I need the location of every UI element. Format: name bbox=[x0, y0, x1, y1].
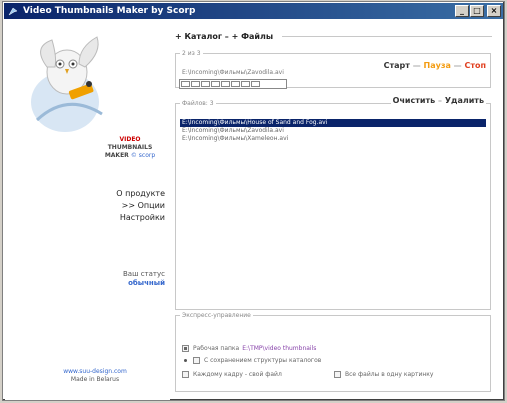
keep-structure-checkbox[interactable] bbox=[193, 357, 200, 364]
brand-line1: VIDEO bbox=[119, 136, 141, 143]
brand-logo: VIDEO THUMBNAILS MAKER © scorp bbox=[90, 136, 170, 160]
user-status: Ваш статус обычный bbox=[105, 270, 165, 288]
progress-group: 2 из 3 E:\Incoming\Фильмы\Zavodila.avi С… bbox=[175, 50, 491, 89]
tabs-divider bbox=[282, 36, 492, 37]
progress-segment bbox=[231, 81, 240, 87]
progress-legend: 2 из 3 bbox=[182, 50, 201, 57]
current-file-path: E:\Incoming\Фильмы\Zavodila.avi bbox=[182, 69, 284, 76]
files-group: Файлов: 3 Очистить – Удалить E:\Incoming… bbox=[175, 96, 491, 310]
list-item[interactable]: E:\Incoming\Фильмы\Xamelеон.avi bbox=[180, 135, 486, 143]
pause-button[interactable]: Пауза bbox=[424, 61, 451, 70]
title-bar[interactable]: Video Thumbnails Maker by Scorp _ □ × bbox=[4, 3, 503, 19]
keep-structure-option[interactable]: С сохранением структуры каталогов bbox=[184, 357, 321, 364]
tab-catalog[interactable]: + Каталог bbox=[175, 32, 222, 41]
each-frame-label: Каждому кадру - свой файл bbox=[193, 371, 282, 378]
express-group: Экспресс-управление Рабочая папка E:\TMP… bbox=[175, 312, 491, 392]
menu-item-options[interactable]: >> Опции bbox=[65, 200, 165, 212]
clear-button[interactable]: Очистить bbox=[393, 96, 436, 105]
work-folder-checkbox[interactable] bbox=[182, 345, 189, 352]
progress-segment bbox=[211, 81, 220, 87]
stop-button[interactable]: Стоп bbox=[464, 61, 486, 70]
all-files-label: Все файлы в одну картинку bbox=[345, 371, 434, 378]
progress-segment bbox=[221, 81, 230, 87]
playback-controls: Старт — Пауза — Стоп bbox=[384, 61, 486, 70]
sidebar: VIDEO THUMBNAILS MAKER © scorp О продукт… bbox=[5, 20, 170, 400]
window-controls: _ □ × bbox=[455, 5, 501, 17]
bullet-icon bbox=[184, 359, 187, 362]
ctrl-separator: — bbox=[453, 61, 465, 70]
owl-logo-icon bbox=[31, 36, 103, 132]
all-files-option[interactable]: Все файлы в одну картинку bbox=[334, 371, 433, 378]
maximize-button[interactable]: □ bbox=[470, 5, 484, 17]
menu-item-about[interactable]: О продукте bbox=[65, 188, 165, 200]
app-window: Video Thumbnails Maker by Scorp _ □ × VI… bbox=[2, 1, 505, 401]
progress-segment bbox=[201, 81, 210, 87]
menu-item-settings[interactable]: Настройки bbox=[65, 212, 165, 224]
made-in-text: Made in Belarus bbox=[70, 376, 120, 383]
delete-button[interactable]: Удалить bbox=[445, 96, 484, 105]
sidebar-footer: www.suu-design.com Made in Belarus bbox=[35, 368, 155, 384]
tab-separator: – bbox=[224, 32, 229, 41]
brand-by: © scorp bbox=[130, 152, 156, 159]
file-list[interactable]: E:\Incoming\Фильмы\House of Sand and Fog… bbox=[180, 119, 486, 143]
progress-segment bbox=[181, 81, 190, 87]
keep-structure-label: С сохранением структуры каталогов bbox=[204, 357, 322, 364]
status-value: обычный bbox=[128, 279, 165, 287]
app-icon bbox=[8, 7, 18, 16]
files-actions: Очистить – Удалить bbox=[390, 96, 486, 105]
express-legend: Экспресс-управление bbox=[182, 312, 251, 319]
status-label: Ваш статус bbox=[122, 270, 165, 278]
brand-line2: THUMBNAILS bbox=[107, 144, 153, 151]
website-link[interactable]: www.suu-design.com bbox=[35, 368, 155, 376]
ctrl-separator: — bbox=[412, 61, 424, 70]
side-menu: О продукте >> Опции Настройки bbox=[65, 188, 165, 224]
list-item[interactable]: E:\Incoming\Фильмы\House of Sand and Fog… bbox=[180, 119, 486, 127]
brand-line3: MAKER bbox=[104, 152, 129, 159]
all-files-checkbox[interactable] bbox=[334, 371, 341, 378]
start-button[interactable]: Старт bbox=[384, 61, 410, 70]
each-frame-option[interactable]: Каждому кадру - свой файл bbox=[182, 371, 282, 378]
minimize-button[interactable]: _ bbox=[455, 5, 469, 17]
work-folder-option[interactable]: Рабочая папка E:\TMP\video thumbnails bbox=[182, 345, 316, 352]
action-separator: – bbox=[438, 96, 445, 105]
work-folder-label: Рабочая папка bbox=[193, 345, 240, 352]
window-title: Video Thumbnails Maker by Scorp bbox=[23, 6, 196, 16]
each-frame-checkbox[interactable] bbox=[182, 371, 189, 378]
main-panel: + Каталог – + Файлы 2 из 3 E:\Incoming\Ф… bbox=[172, 20, 504, 400]
list-item[interactable]: E:\Incoming\Фильмы\Zavodila.avi bbox=[180, 127, 486, 135]
tabs: + Каталог – + Файлы bbox=[175, 32, 273, 41]
tab-files[interactable]: + Файлы bbox=[232, 32, 274, 41]
work-folder-path[interactable]: E:\TMP\video thumbnails bbox=[242, 345, 316, 352]
files-legend: Файлов: 3 bbox=[182, 100, 214, 107]
progress-bar bbox=[179, 79, 287, 89]
close-button[interactable]: × bbox=[487, 5, 501, 17]
progress-segment bbox=[251, 81, 260, 87]
progress-segment bbox=[191, 81, 200, 87]
progress-segment bbox=[241, 81, 250, 87]
